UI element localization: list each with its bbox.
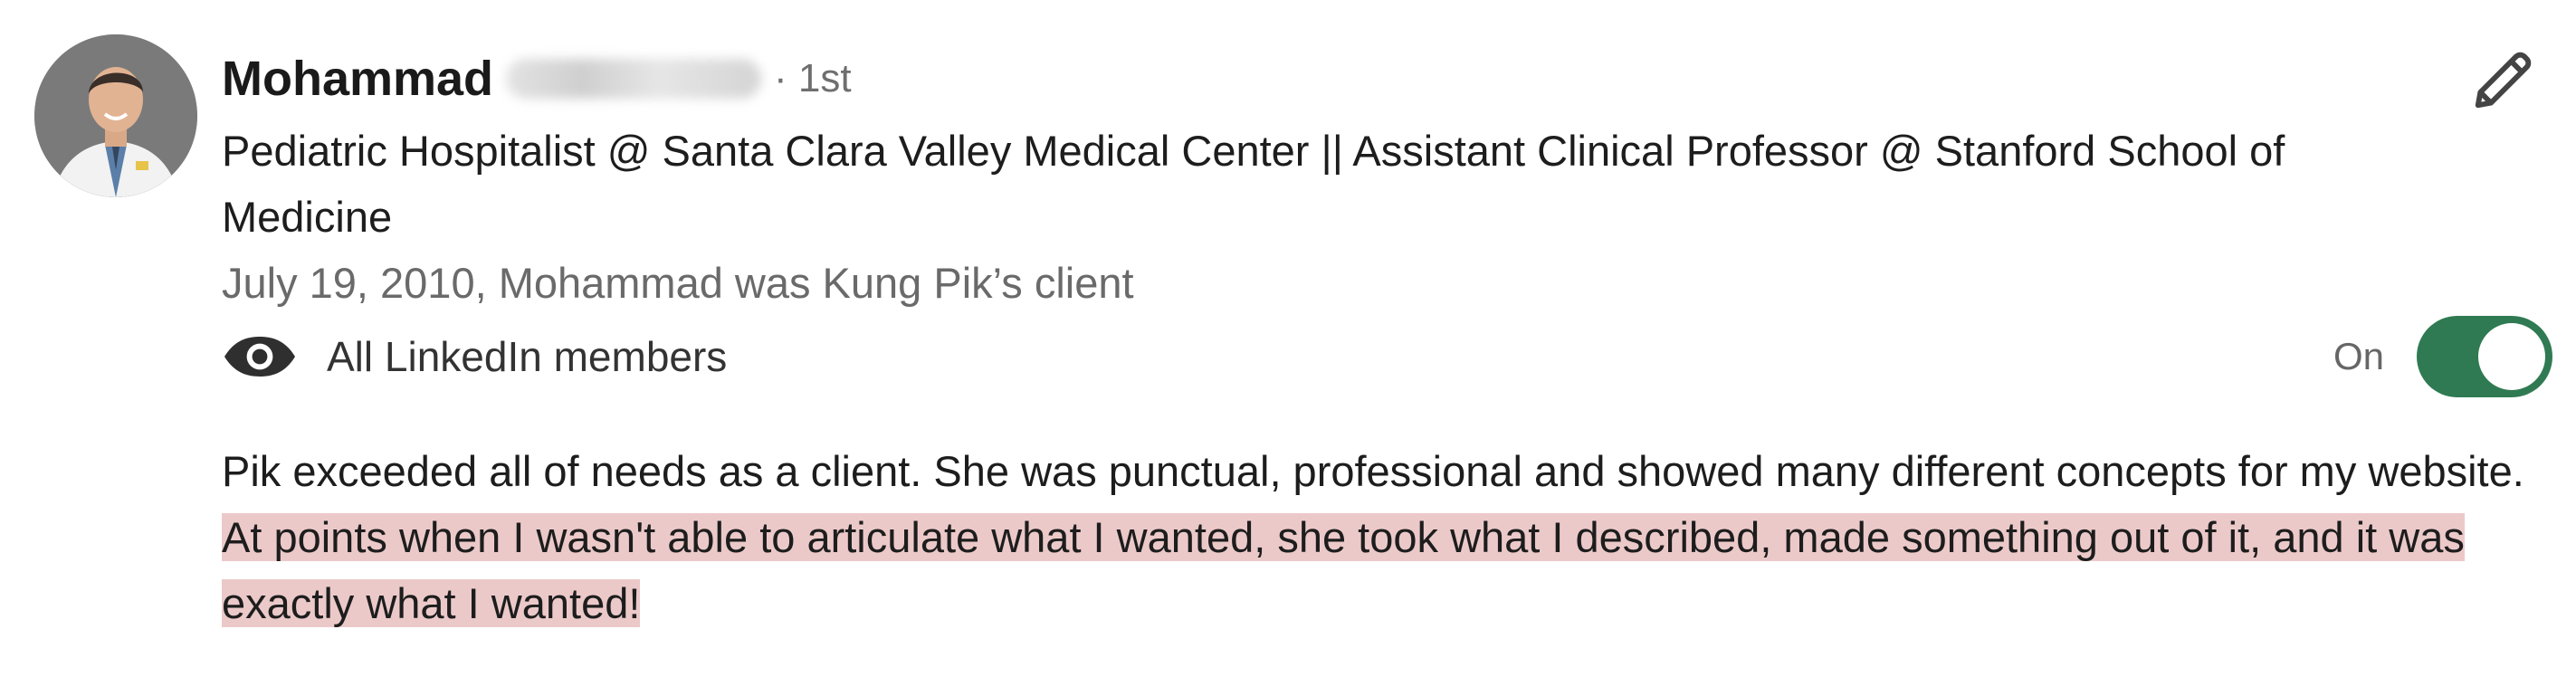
author-name-row: Mohammad · 1st <box>222 47 852 110</box>
edit-button[interactable] <box>2464 38 2545 119</box>
author-headline: Pediatric Hospitalist @ Santa Clara Vall… <box>222 127 2285 241</box>
recommendation-meta: July 19, 2010, Mohammad was Kung Pik’s c… <box>222 259 1134 307</box>
recommendation-card: Mohammad · 1st Pediatric Hospitalist @ S… <box>0 0 2576 677</box>
visibility-toggle[interactable] <box>2417 316 2553 397</box>
author-name[interactable]: Mohammad <box>222 51 493 107</box>
recommendation-text-highlighted: At points when I wasn't able to articula… <box>222 513 2465 627</box>
toggle-knob <box>2478 323 2546 390</box>
toggle-state-label: On <box>2333 335 2385 377</box>
connection-degree: · 1st <box>774 56 852 100</box>
redacted-surname <box>506 59 762 99</box>
recommendation-text: Pik exceeded all of needs as a client. S… <box>222 438 2539 636</box>
visibility-setting: All LinkedIn members <box>222 323 727 390</box>
recommendation-text-plain: Pik exceeded all of needs as a client. S… <box>222 447 2524 495</box>
person-photo-icon <box>34 34 197 197</box>
eye-icon <box>224 337 295 377</box>
visibility-toggle-group: On <box>2333 315 2553 398</box>
pencil-icon <box>2475 52 2532 109</box>
author-avatar[interactable] <box>34 34 197 197</box>
visibility-label: All LinkedIn members <box>327 333 728 380</box>
